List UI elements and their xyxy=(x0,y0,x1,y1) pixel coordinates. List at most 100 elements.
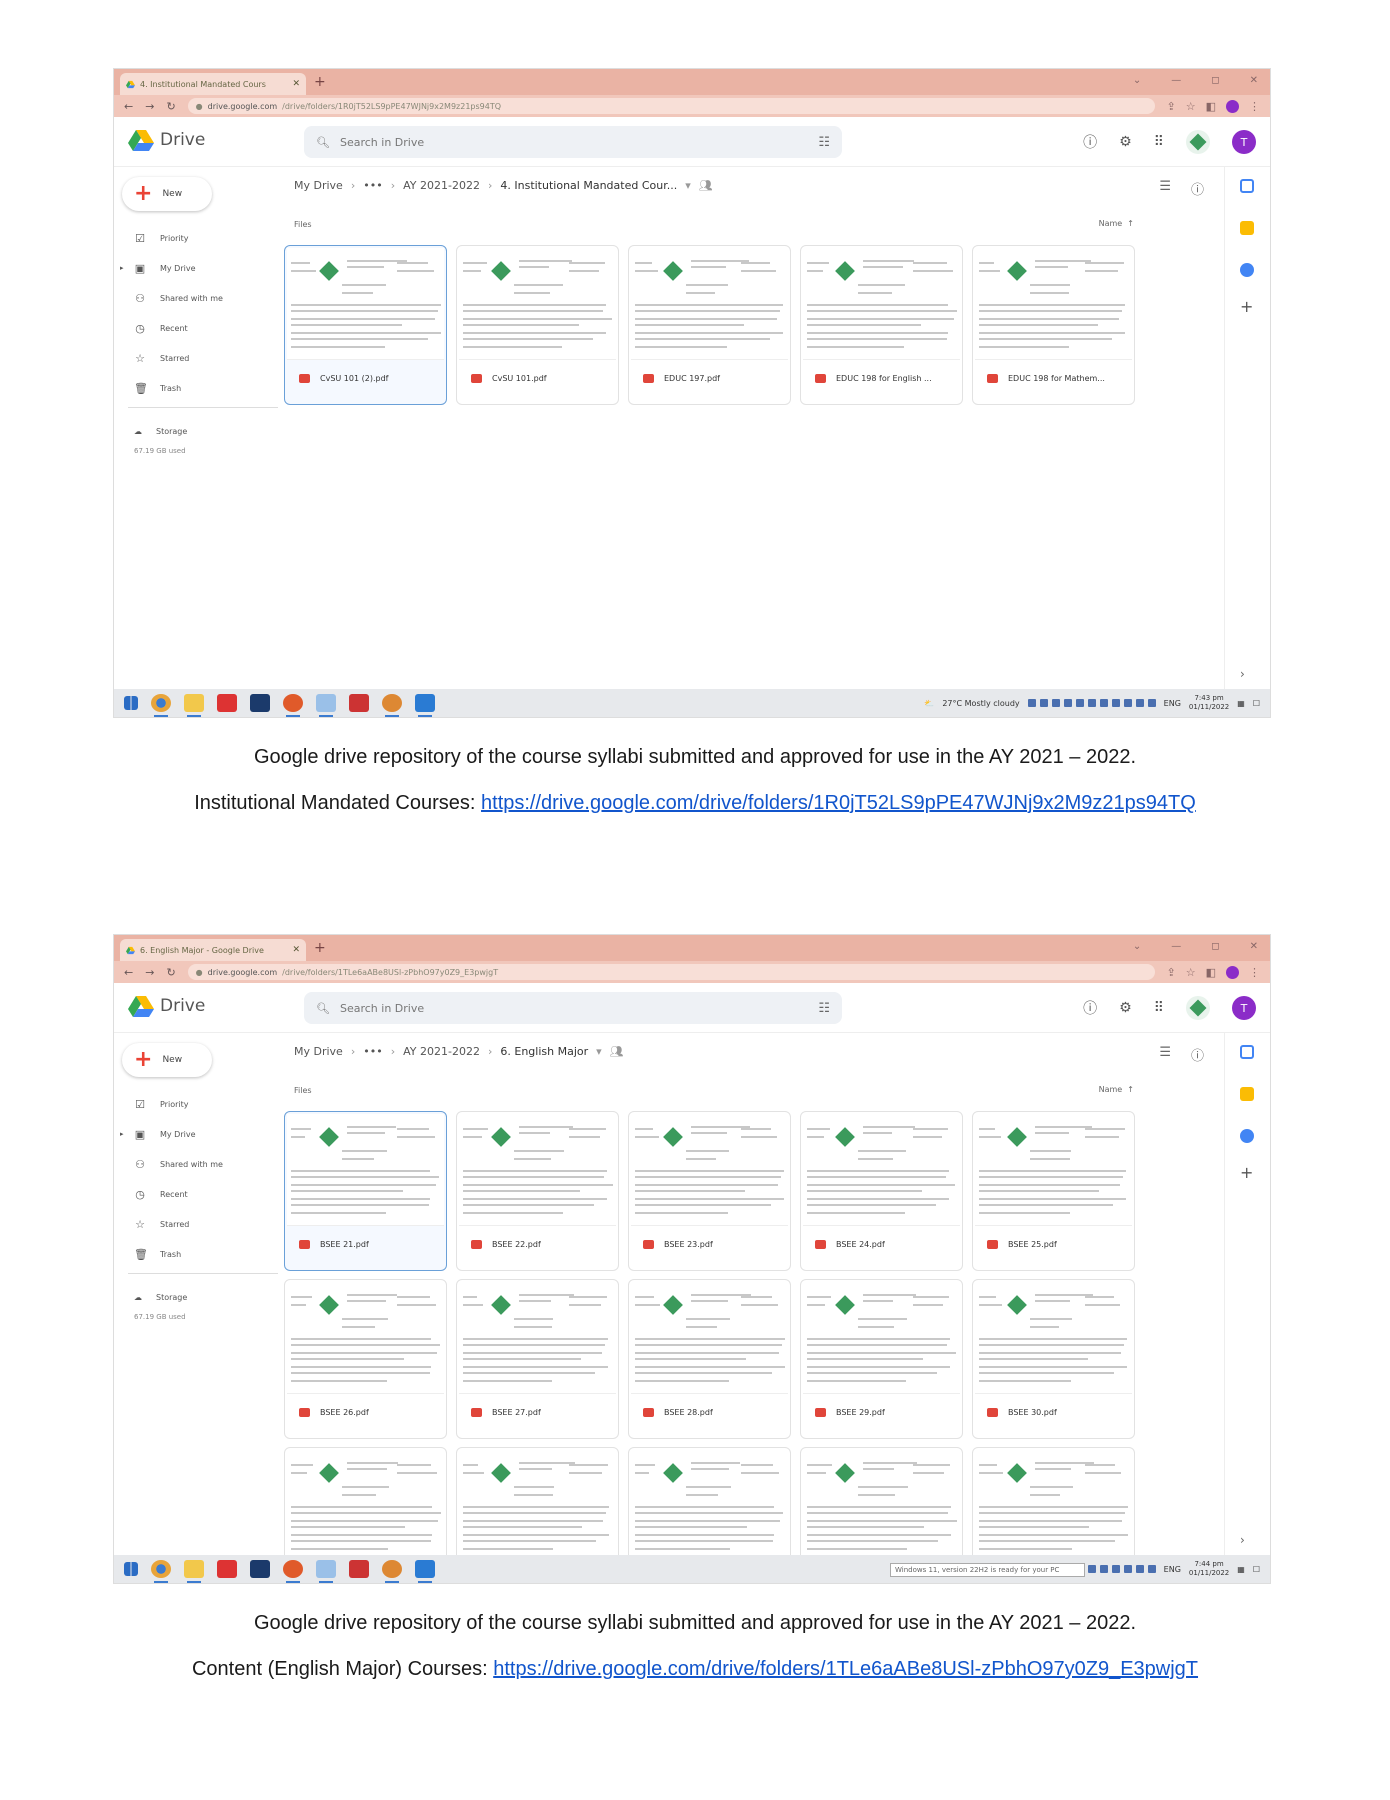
breadcrumb-year[interactable]: AY 2021-2022 xyxy=(403,179,480,192)
sidebar-item-shared-with-me[interactable]: ⚇ Shared with me xyxy=(114,1149,284,1179)
info-icon[interactable]: ⓘ xyxy=(1191,179,1204,198)
photos-icon[interactable] xyxy=(316,1560,336,1583)
widgets-icon[interactable]: ▦ xyxy=(1237,1565,1245,1574)
close-tab-icon[interactable]: ✕ xyxy=(292,79,300,89)
apps-grid-icon[interactable]: ⠿ xyxy=(1154,134,1164,150)
url-field[interactable]: ● drive.google.com/drive/folders/1TLe6aA… xyxy=(187,964,1155,980)
chevron-right-icon[interactable]: › xyxy=(1240,1533,1254,1547)
file-card[interactable]: EDUC 198 for Mathem... xyxy=(972,245,1135,405)
search-input[interactable]: 🔍︎ Search in Drive ☷ xyxy=(304,992,842,1024)
list-view-icon[interactable]: ☰ xyxy=(1159,1045,1171,1064)
chrome-icon[interactable] xyxy=(151,1560,171,1583)
tasks-icon[interactable] xyxy=(1240,263,1254,277)
dropdown-icon[interactable]: ▾ xyxy=(596,1045,602,1058)
file-card[interactable]: BSEE 24.pdf xyxy=(800,1111,963,1271)
file-card[interactable]: BSEE 29.pdf xyxy=(800,1279,963,1439)
chevron-down-icon[interactable]: ⌄ xyxy=(1133,941,1141,952)
search-options-icon[interactable]: ☷ xyxy=(818,135,830,150)
new-tab-icon[interactable]: + xyxy=(314,940,326,956)
calendar-icon[interactable] xyxy=(1240,179,1254,193)
sidebar-item-priority[interactable]: ☑ Priority xyxy=(114,1089,284,1119)
org-seal-icon[interactable] xyxy=(1186,996,1210,1020)
clock[interactable]: 7:43 pm 01/11/2022 xyxy=(1189,694,1229,712)
url-field[interactable]: ● drive.google.com/drive/folders/1R0jT52… xyxy=(187,98,1155,114)
reload-icon[interactable]: ↻ xyxy=(166,100,175,113)
storage-item[interactable]: ☁ Storage xyxy=(134,427,187,436)
avatar[interactable]: T xyxy=(1232,996,1256,1020)
breadcrumb-ellipsis[interactable]: ••• xyxy=(363,179,382,192)
update-notification[interactable]: Windows 11, version 22H2 is ready for yo… xyxy=(890,1563,1085,1577)
info-icon[interactable]: ⓘ xyxy=(1191,1045,1204,1064)
breadcrumb-current[interactable]: 4. Institutional Mandated Cour... xyxy=(500,179,677,192)
back-icon[interactable]: ← xyxy=(124,966,133,979)
breadcrumb-root[interactable]: My Drive xyxy=(294,1045,343,1058)
word-icon[interactable] xyxy=(415,694,435,717)
breadcrumb-ellipsis[interactable]: ••• xyxy=(363,1045,382,1058)
browser-tab[interactable]: 4. Institutional Mandated Cours ✕ xyxy=(120,73,306,95)
expand-icon[interactable]: ▸ xyxy=(120,264,124,272)
minimize-icon[interactable]: — xyxy=(1171,75,1181,86)
tray-icons[interactable] xyxy=(1027,699,1156,707)
close-window-icon[interactable]: ✕ xyxy=(1250,75,1258,86)
sidebar-item-trash[interactable]: 🗑︎ Trash xyxy=(114,1239,284,1269)
share-icon[interactable]: ⇪ xyxy=(1167,100,1176,113)
storage-item[interactable]: ☁ Storage xyxy=(134,1293,187,1302)
browser-profile-icon[interactable] xyxy=(382,694,402,717)
search-input[interactable]: 🔍︎ Search in Drive ☷ xyxy=(304,126,842,158)
share-icon[interactable]: ⇪ xyxy=(1167,966,1176,979)
sidebar-item-recent[interactable]: ◷ Recent xyxy=(114,313,284,343)
language-indicator[interactable]: ENG xyxy=(1164,1565,1181,1574)
star-icon[interactable]: ☆ xyxy=(1186,100,1196,113)
file-card[interactable]: BSEE 22.pdf xyxy=(456,1111,619,1271)
file-card[interactable]: EDUC 197.pdf xyxy=(628,245,791,405)
org-seal-icon[interactable] xyxy=(1186,130,1210,154)
photos-icon[interactable] xyxy=(316,694,336,717)
file-card[interactable]: BSEE 23.pdf xyxy=(628,1111,791,1271)
mcafee-icon[interactable] xyxy=(217,694,237,712)
sidebar-icon[interactable]: ◧ xyxy=(1206,966,1216,979)
keep-icon[interactable] xyxy=(1240,1087,1254,1101)
chevron-down-icon[interactable]: ⌄ xyxy=(1133,75,1141,86)
new-button[interactable]: + New xyxy=(122,1043,212,1077)
search-options-icon[interactable]: ☷ xyxy=(818,1001,830,1016)
weather-text[interactable]: 27°C Mostly cloudy xyxy=(942,699,1019,708)
new-button[interactable]: + New xyxy=(122,177,212,211)
app-icon[interactable] xyxy=(250,694,270,712)
maximize-icon[interactable]: ◻ xyxy=(1211,941,1219,952)
file-card[interactable]: EDUC 198 for English ... xyxy=(800,245,963,405)
drive-folder-link[interactable]: https://drive.google.com/drive/folders/1… xyxy=(493,1658,1198,1680)
drive-folder-link[interactable]: https://drive.google.com/drive/folders/1… xyxy=(481,792,1196,814)
gear-icon[interactable]: ⚙ xyxy=(1119,1000,1132,1016)
close-tab-icon[interactable]: ✕ xyxy=(292,945,300,955)
keep-icon[interactable] xyxy=(1240,221,1254,235)
back-icon[interactable]: ← xyxy=(124,100,133,113)
language-indicator[interactable]: ENG xyxy=(1164,699,1181,708)
chrome-icon[interactable] xyxy=(151,694,171,717)
start-icon[interactable] xyxy=(124,1562,138,1576)
notifications-icon[interactable]: ☐ xyxy=(1253,1565,1260,1574)
sidebar-item-priority[interactable]: ☑ Priority xyxy=(114,223,284,253)
sidebar-item-recent[interactable]: ◷ Recent xyxy=(114,1179,284,1209)
help-icon[interactable]: ⓘ xyxy=(1083,998,1097,1018)
gear-icon[interactable]: ⚙ xyxy=(1119,134,1132,150)
breadcrumb-root[interactable]: My Drive xyxy=(294,179,343,192)
mcafee-icon[interactable] xyxy=(217,1560,237,1578)
minimize-icon[interactable]: — xyxy=(1171,941,1181,952)
file-card[interactable]: BSEE 30.pdf xyxy=(972,1279,1135,1439)
reload-icon[interactable]: ↻ xyxy=(166,966,175,979)
sort-button[interactable]: Name ↑ xyxy=(1099,1085,1134,1094)
new-tab-icon[interactable]: + xyxy=(314,74,326,90)
list-view-icon[interactable]: ☰ xyxy=(1159,179,1171,198)
sidebar-item-starred[interactable]: ☆ Starred xyxy=(114,1209,284,1239)
file-card[interactable]: BSEE 26.pdf xyxy=(284,1279,447,1439)
sidebar-icon[interactable]: ◧ xyxy=(1206,100,1216,113)
file-card[interactable]: BSEE 21.pdf xyxy=(284,1111,447,1271)
maximize-icon[interactable]: ◻ xyxy=(1211,75,1219,86)
start-icon[interactable] xyxy=(124,696,138,710)
tasks-icon[interactable] xyxy=(1240,1129,1254,1143)
sidebar-item-trash[interactable]: 🗑︎ Trash xyxy=(114,373,284,403)
drive-logo[interactable]: Drive xyxy=(128,129,205,151)
profile-icon[interactable] xyxy=(1226,965,1239,979)
profile-icon[interactable] xyxy=(1226,99,1239,113)
sidebar-item-my-drive[interactable]: ▸ ▣ My Drive xyxy=(114,1119,284,1149)
